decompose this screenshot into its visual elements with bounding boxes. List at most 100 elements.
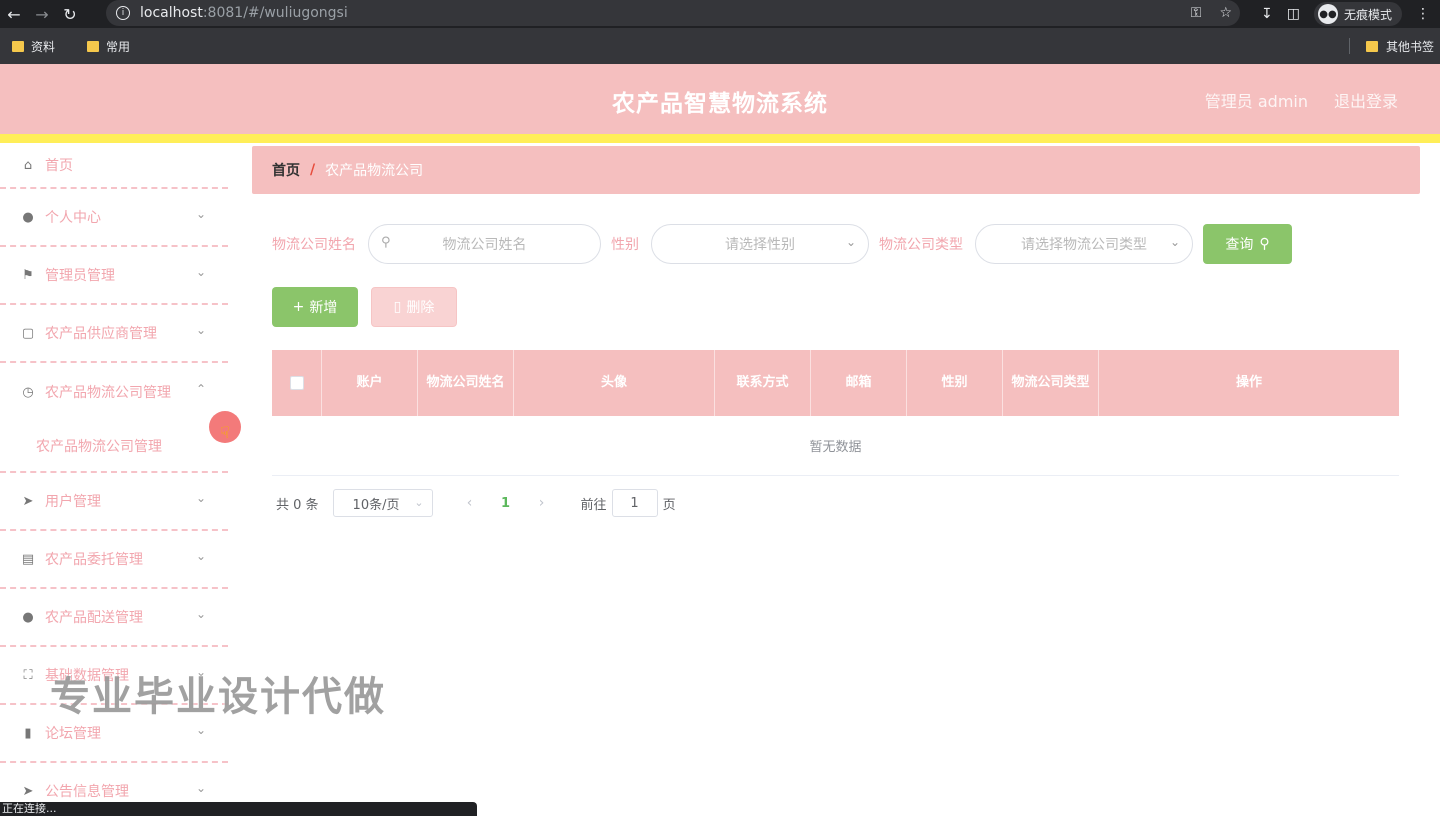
download-icon[interactable]: ↧ xyxy=(1261,6,1273,22)
chevron-down-icon: ⌄ xyxy=(195,549,206,563)
star-icon[interactable]: ☆ xyxy=(1219,5,1232,21)
menu-dots-icon[interactable]: ⋮ xyxy=(1416,6,1430,22)
delete-button[interactable]: ▯ 删除 xyxy=(371,287,457,327)
goto-page-input[interactable]: 1 xyxy=(611,489,658,517)
app-header: 农产品智慧物流系统 管理员 admin 退出登录 xyxy=(0,64,1440,134)
sidebar-item-logistics[interactable]: ◷ 农产品物流公司管理 ⌃ xyxy=(0,363,228,421)
sidebar-item-label: 管理员管理 xyxy=(45,268,115,284)
sidebar-item-supplier[interactable]: ▢ 农产品供应商管理 ⌄ xyxy=(0,305,228,363)
delete-label: 删除 xyxy=(406,300,435,316)
sidebar-item-label: 农产品配送管理 xyxy=(45,610,143,626)
sidebar-item-label: 公告信息管理 xyxy=(45,784,129,800)
user-icon: ● xyxy=(22,209,34,225)
person-icon: ● xyxy=(22,609,34,625)
breadcrumb: 首页 / 农产品物流公司 xyxy=(252,146,1420,194)
sidebar-item-label: 首页 xyxy=(45,158,73,174)
page-number[interactable]: 1 xyxy=(491,496,521,511)
sidebar-item-label: 农产品物流公司管理 xyxy=(45,385,171,401)
chevron-down-icon: ⌄ xyxy=(414,496,424,509)
type-select[interactable]: 请选择物流公司类型 ⌄ xyxy=(975,224,1193,264)
flag-icon: ⚑ xyxy=(22,267,34,283)
search-icon: ⚲ xyxy=(381,235,391,250)
data-table: 账户 物流公司姓名 头像 联系方式 邮箱 性别 物流公司类型 操作 暂无数据 xyxy=(272,350,1399,476)
ticket-icon: ▮ xyxy=(24,725,32,741)
incognito-icon: ●● xyxy=(1317,4,1338,24)
add-button[interactable]: + 新增 xyxy=(272,287,358,327)
column-header: 头像 xyxy=(514,350,715,416)
bookmark-folder-ziliao[interactable]: 资料 xyxy=(12,38,55,55)
header-accent-line xyxy=(0,134,1440,143)
query-button[interactable]: 查询 ⚲ xyxy=(1203,224,1292,264)
bookmark-label: 其他书签 xyxy=(1385,39,1434,54)
incognito-badge[interactable]: ●● 无痕模式 xyxy=(1313,2,1402,26)
site-info-icon[interactable]: i xyxy=(116,6,130,20)
name-label: 物流公司姓名 xyxy=(272,237,356,253)
chevron-down-icon: ⌄ xyxy=(195,491,206,505)
bookmark-label: 常用 xyxy=(106,39,131,54)
page-size-select[interactable]: 10条/页 ⌄ xyxy=(332,489,433,517)
breadcrumb-separator: / xyxy=(310,162,316,178)
bookmark-divider xyxy=(1348,38,1350,54)
chart-icon: ▤ xyxy=(21,551,35,567)
briefcase-icon: ▢ xyxy=(21,325,35,341)
navigation-icon: ➤ xyxy=(22,783,34,799)
breadcrumb-current: 农产品物流公司 xyxy=(325,163,424,179)
sidebar-item-home[interactable]: ⌂ 首页 xyxy=(0,143,228,189)
plus-icon: + xyxy=(292,299,305,315)
next-page-icon[interactable]: › xyxy=(527,495,557,511)
name-search-input[interactable]: ⚲ 物流公司姓名 xyxy=(368,224,601,264)
page-size-value: 10条/页 xyxy=(352,497,400,513)
forward-icon[interactable]: → xyxy=(28,0,56,28)
send-icon: ➤ xyxy=(22,493,34,509)
query-label: 查询 xyxy=(1225,237,1254,253)
pagination: 共 0 条 10条/页 ⌄ ‹ 1 › 前往 1 页 xyxy=(276,489,676,517)
back-icon[interactable]: ← xyxy=(0,0,28,28)
prev-page-icon[interactable]: ‹ xyxy=(455,495,485,511)
bookmark-label: 资料 xyxy=(31,39,56,54)
sidebar-item-label: 农产品供应商管理 xyxy=(45,326,157,342)
reload-icon[interactable]: ↻ xyxy=(56,0,84,28)
sidebar-item-admin[interactable]: ⚑ 管理员管理 ⌄ xyxy=(0,247,228,305)
chevron-up-icon: ⌃ xyxy=(195,382,206,396)
name-placeholder: 物流公司姓名 xyxy=(442,237,527,253)
search-icon: ⚲ xyxy=(1259,236,1270,252)
hand-cursor-icon: ☟ xyxy=(220,423,230,442)
sidepanel-icon[interactable]: ◫ xyxy=(1287,6,1300,22)
address-bar[interactable]: i localhost:8081/#/wuliugongsi ⚿ ☆ xyxy=(106,0,1240,26)
submenu-item-logistics-company[interactable]: 农产品物流公司管理 xyxy=(0,421,228,473)
sidebar-item-delivery[interactable]: ● 农产品配送管理 ⌄ xyxy=(0,589,228,647)
column-header: 账户 xyxy=(322,350,418,416)
sidebar-item-label: 农产品委托管理 xyxy=(45,552,143,568)
column-header: 邮箱 xyxy=(811,350,907,416)
type-label: 物流公司类型 xyxy=(879,237,963,253)
url-host: localhost xyxy=(140,5,203,21)
select-all-checkbox[interactable] xyxy=(289,376,304,390)
gender-select[interactable]: 请选择性别 ⌄ xyxy=(651,224,869,264)
bookmark-folder-changyong[interactable]: 常用 xyxy=(87,38,130,55)
type-placeholder: 请选择物流公司类型 xyxy=(1021,237,1147,253)
column-header: 物流公司姓名 xyxy=(418,350,514,416)
sidebar-item-label: 用户管理 xyxy=(45,494,101,510)
bookmark-folder-other[interactable]: 其他书签 xyxy=(1348,28,1434,64)
sidebar-item-users[interactable]: ➤ 用户管理 ⌄ xyxy=(0,473,228,531)
submenu-item-label: 农产品物流公司管理 xyxy=(36,439,162,455)
goto-suffix: 页 xyxy=(662,497,676,513)
fullscreen-icon: ⛶ xyxy=(23,667,33,683)
breadcrumb-home[interactable]: 首页 xyxy=(272,160,300,180)
key-icon[interactable]: ⚿ xyxy=(1191,5,1202,21)
trash-icon: ▯ xyxy=(393,299,402,315)
browser-toolbar: ← → ↻ i localhost:8081/#/wuliugongsi ⚿ ☆… xyxy=(0,0,1440,28)
table-header: 账户 物流公司姓名 头像 联系方式 邮箱 性别 物流公司类型 操作 xyxy=(272,350,1399,416)
chevron-down-icon: ⌄ xyxy=(195,781,206,795)
incognito-label: 无痕模式 xyxy=(1343,7,1392,22)
sidebar-item-personal-center[interactable]: ● 个人中心 ⌄ xyxy=(0,189,228,247)
goto-prefix: 前往 xyxy=(580,497,607,513)
folder-icon xyxy=(12,40,24,52)
logout-link[interactable]: 退出登录 xyxy=(1334,88,1398,112)
column-header: 联系方式 xyxy=(715,350,811,416)
search-form: 物流公司姓名 ⚲ 物流公司姓名 性别 请选择性别 ⌄ 物流公司类型 请选择物流公… xyxy=(272,224,1292,264)
sidebar-item-commission[interactable]: ▤ 农产品委托管理 ⌄ xyxy=(0,531,228,589)
folder-icon xyxy=(1365,40,1378,52)
watermark-text: 专业毕业设计代做 xyxy=(50,674,386,720)
chevron-down-icon: ⌄ xyxy=(845,235,856,249)
